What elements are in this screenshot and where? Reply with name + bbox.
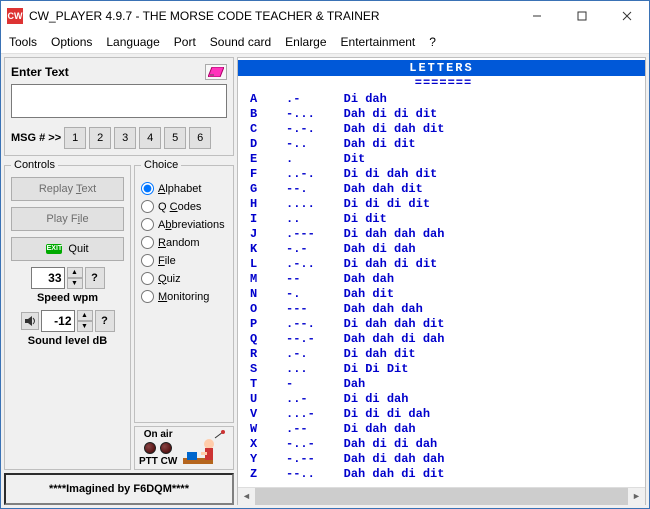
erase-button[interactable] <box>205 64 227 80</box>
onair-label: On air <box>144 429 173 440</box>
msg-btn-3[interactable]: 3 <box>114 127 136 149</box>
eraser-icon <box>208 67 224 77</box>
morse-row: Y -.-- Dah di dah dah <box>250 452 637 467</box>
speed-label: Speed wpm <box>11 292 124 304</box>
morse-row: A .- Di dah <box>250 92 637 107</box>
menu-enlarge[interactable]: Enlarge <box>285 35 326 49</box>
morse-row: W .-- Di dah dah <box>250 422 637 437</box>
exit-icon: EXIT <box>46 244 62 254</box>
morse-row: B -... Dah di di dit <box>250 107 637 122</box>
speaker-icon[interactable] <box>21 312 39 330</box>
replay-text-button[interactable]: Replay Text <box>11 177 124 201</box>
sound-up-button[interactable]: ▲ <box>77 310 93 321</box>
morse-row: P .--. Di dah dah dit <box>250 317 637 332</box>
menu-tools[interactable]: Tools <box>9 35 37 49</box>
msg-btn-4[interactable]: 4 <box>139 127 161 149</box>
morse-row: O --- Dah dah dah <box>250 302 637 317</box>
morse-row: S ... Di Di Dit <box>250 362 637 377</box>
scroll-thumb[interactable] <box>255 488 628 505</box>
morse-row: M -- Dah dah <box>250 272 637 287</box>
sound-label: Sound level dB <box>11 335 124 347</box>
enter-text-panel: Enter Text MSG # >> 1 2 3 4 5 6 <box>4 57 234 156</box>
morse-row: I .. Di dit <box>250 212 637 227</box>
speed-up-button[interactable]: ▲ <box>67 267 83 278</box>
msg-btn-1[interactable]: 1 <box>64 127 86 149</box>
minimize-button[interactable] <box>514 1 559 31</box>
quit-button[interactable]: EXIT Quit <box>11 237 124 261</box>
sound-down-button[interactable]: ▼ <box>77 321 93 332</box>
operator-icon <box>181 430 225 466</box>
choice-legend: Choice <box>141 159 181 171</box>
speed-help-button[interactable]: ? <box>85 267 105 289</box>
morse-row: D -.. Dah di dit <box>250 137 637 152</box>
footer-credit: ****Imagined by F6DQM**** <box>4 473 234 505</box>
morse-row: T - Dah <box>250 377 637 392</box>
close-button[interactable] <box>604 1 649 31</box>
sound-help-button[interactable]: ? <box>95 310 115 332</box>
msg-btn-5[interactable]: 5 <box>164 127 186 149</box>
cw-led <box>160 442 172 454</box>
msg-btn-6[interactable]: 6 <box>189 127 211 149</box>
morse-row: R .-. Di dah dit <box>250 347 637 362</box>
menu-port[interactable]: Port <box>174 35 196 49</box>
morse-row: G --. Dah dah dit <box>250 182 637 197</box>
morse-row: U ..- Di di dah <box>250 392 637 407</box>
choice-monitoring[interactable]: Monitoring <box>141 290 227 303</box>
text-input[interactable] <box>11 84 227 118</box>
menu-language[interactable]: Language <box>106 35 159 49</box>
morse-row: E . Dit <box>250 152 637 167</box>
menu-entertainment[interactable]: Entertainment <box>341 35 416 49</box>
play-file-button[interactable]: Play File <box>11 207 124 231</box>
morse-row: N -. Dah dit <box>250 287 637 302</box>
enter-text-label: Enter Text <box>11 65 69 79</box>
choice-panel: Choice Alphabet Q Codes Abbreviations Ra… <box>134 159 234 423</box>
morse-row: Z --.. Dah dah di dit <box>250 467 637 482</box>
morse-underline: ======= <box>250 76 637 90</box>
speed-down-button[interactable]: ▼ <box>67 278 83 289</box>
choice-random[interactable]: Random <box>141 236 227 249</box>
menu-help[interactable]: ? <box>429 35 436 49</box>
maximize-button[interactable] <box>559 1 604 31</box>
display-panel: LETTERS ======= A .- Di dahB -... Dah di… <box>237 57 646 505</box>
morse-display: LETTERS ======= A .- Di dahB -... Dah di… <box>238 58 645 487</box>
morse-row: H .... Di di di dit <box>250 197 637 212</box>
morse-row: K -.- Dah di dah <box>250 242 637 257</box>
menubar: Tools Options Language Port Sound card E… <box>1 31 649 54</box>
msg-label: MSG # >> <box>11 132 61 144</box>
morse-row: Q --.- Dah dah di dah <box>250 332 637 347</box>
morse-row: X -..- Dah di di dah <box>250 437 637 452</box>
morse-row: V ...- Di di di dah <box>250 407 637 422</box>
choice-file[interactable]: File <box>141 254 227 267</box>
menu-options[interactable]: Options <box>51 35 92 49</box>
scroll-track[interactable] <box>255 488 628 505</box>
scroll-right-button[interactable]: ► <box>628 488 645 505</box>
choice-quiz[interactable]: Quiz <box>141 272 227 285</box>
menu-soundcard[interactable]: Sound card <box>210 35 271 49</box>
window-title: CW_PLAYER 4.9.7 - THE MORSE CODE TEACHER… <box>29 9 380 23</box>
sound-input[interactable] <box>41 310 75 332</box>
choice-qcodes[interactable]: Q Codes <box>141 200 227 213</box>
morse-header: LETTERS <box>238 60 645 76</box>
morse-row: C -.-. Dah di dah dit <box>250 122 637 137</box>
app-icon: CW <box>7 8 23 24</box>
msg-btn-2[interactable]: 2 <box>89 127 111 149</box>
ptt-led <box>144 442 156 454</box>
morse-row: J .--- Di dah dah dah <box>250 227 637 242</box>
controls-legend: Controls <box>11 159 58 171</box>
controls-panel: Controls Replay Text Play File EXIT Quit… <box>4 159 131 470</box>
choice-abbr[interactable]: Abbreviations <box>141 218 227 231</box>
speed-input[interactable] <box>31 267 65 289</box>
onair-panel: On air PTT CW <box>134 426 234 470</box>
titlebar[interactable]: CW CW_PLAYER 4.9.7 - THE MORSE CODE TEAC… <box>1 1 649 31</box>
horizontal-scrollbar[interactable]: ◄ ► <box>238 487 645 504</box>
morse-row: L .-.. Di dah di dit <box>250 257 637 272</box>
morse-row: F ..-. Di di dah dit <box>250 167 637 182</box>
scroll-left-button[interactable]: ◄ <box>238 488 255 505</box>
app-window: CW CW_PLAYER 4.9.7 - THE MORSE CODE TEAC… <box>0 0 650 509</box>
choice-alphabet[interactable]: Alphabet <box>141 182 227 195</box>
ptt-label: PTT CW <box>139 456 177 467</box>
